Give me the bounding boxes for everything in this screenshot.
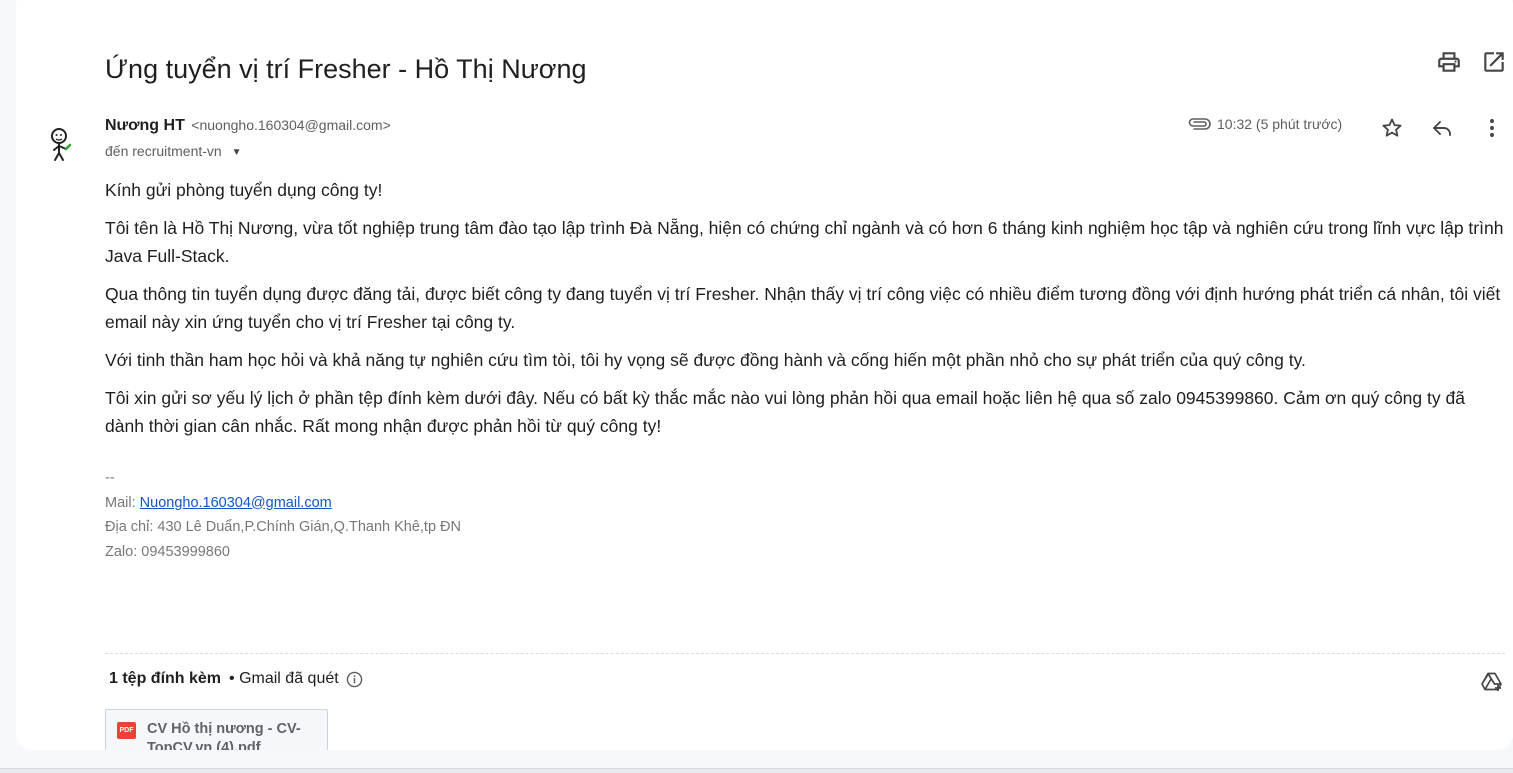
attachment-card[interactable]: PDF CV Hồ thị nương - CV-TopCV.vn (4).pd…: [105, 709, 328, 750]
email-time: 10:32 (5 phút trước): [1217, 116, 1343, 132]
email-view: Ứng tuyển vị trí Fresher - Hồ Thị Nương …: [16, 0, 1513, 750]
pdf-file-icon: PDF: [117, 722, 136, 739]
signature-mail-label: Mail:: [105, 494, 140, 511]
signature-mail-link[interactable]: Nuongho.160304@gmail.com: [140, 495, 332, 511]
star-icon[interactable]: [1380, 116, 1404, 140]
signature-zalo: Zalo: 09453999860: [105, 543, 230, 560]
sender-name[interactable]: Nương HT: [105, 117, 185, 134]
body-paragraph: Tôi xin gửi sơ yếu lý lịch ở phần tệp đí…: [105, 384, 1505, 440]
open-in-new-window-icon[interactable]: [1481, 49, 1507, 75]
info-icon[interactable]: [346, 671, 363, 688]
body-paragraph: Với tinh thần ham học hỏi và khả năng tự…: [105, 346, 1505, 374]
signature-mail: Mail: Nuongho.160304@gmail.com: [105, 491, 461, 516]
attachments-header: 1 tệp đính kèm • Gmail đã quét: [109, 670, 363, 688]
sender-email: <nuongho.160304@gmail.com>: [191, 117, 391, 133]
sender-line: Nương HT <nuongho.160304@gmail.com>: [105, 117, 391, 135]
chevron-down-icon[interactable]: ▼: [232, 147, 242, 158]
more-vert-icon[interactable]: [1480, 116, 1504, 140]
attachment-filename: CV Hồ thị nương - CV-TopCV.vn (4).pdf: [147, 721, 301, 750]
print-icon[interactable]: [1436, 49, 1462, 75]
attachments-divider: [105, 653, 1505, 654]
body-paragraph: Tôi tên là Hồ Thị Nương, vừa tốt nghiệp …: [105, 214, 1505, 270]
body-paragraph: Qua thông tin tuyển dụng được đăng tải, …: [105, 280, 1505, 336]
window-bottom-edge: [0, 768, 1513, 773]
attachments-scanned: • Gmail đã quét: [229, 670, 339, 687]
signature-address: Địa chỉ: 430 Lê Duẩn,P.Chính Gián,Q.Than…: [105, 519, 462, 535]
paperclip-icon: [1186, 116, 1212, 132]
body-paragraph: Kính gửi phòng tuyển dụng công ty!: [105, 176, 1505, 204]
recipient-label: đến recruitment-vn: [105, 143, 222, 159]
email-subject: Ứng tuyển vị trí Fresher - Hồ Thị Nương: [105, 54, 587, 84]
attachments-count: 1 tệp đính kèm: [109, 670, 222, 687]
timestamp-area: 10:32 (5 phút trước): [1186, 116, 1342, 132]
email-signature: -- Mail: Nuongho.160304@gmail.com Địa ch…: [105, 466, 461, 564]
email-body: Kính gửi phòng tuyển dụng công ty! Tôi t…: [105, 176, 1505, 450]
add-to-drive-icon[interactable]: [1480, 670, 1504, 694]
reply-icon[interactable]: [1430, 116, 1454, 140]
recipient-line: đến recruitment-vn ▼: [105, 143, 242, 159]
avatar[interactable]: [45, 125, 85, 165]
signature-separator: --: [105, 470, 115, 486]
